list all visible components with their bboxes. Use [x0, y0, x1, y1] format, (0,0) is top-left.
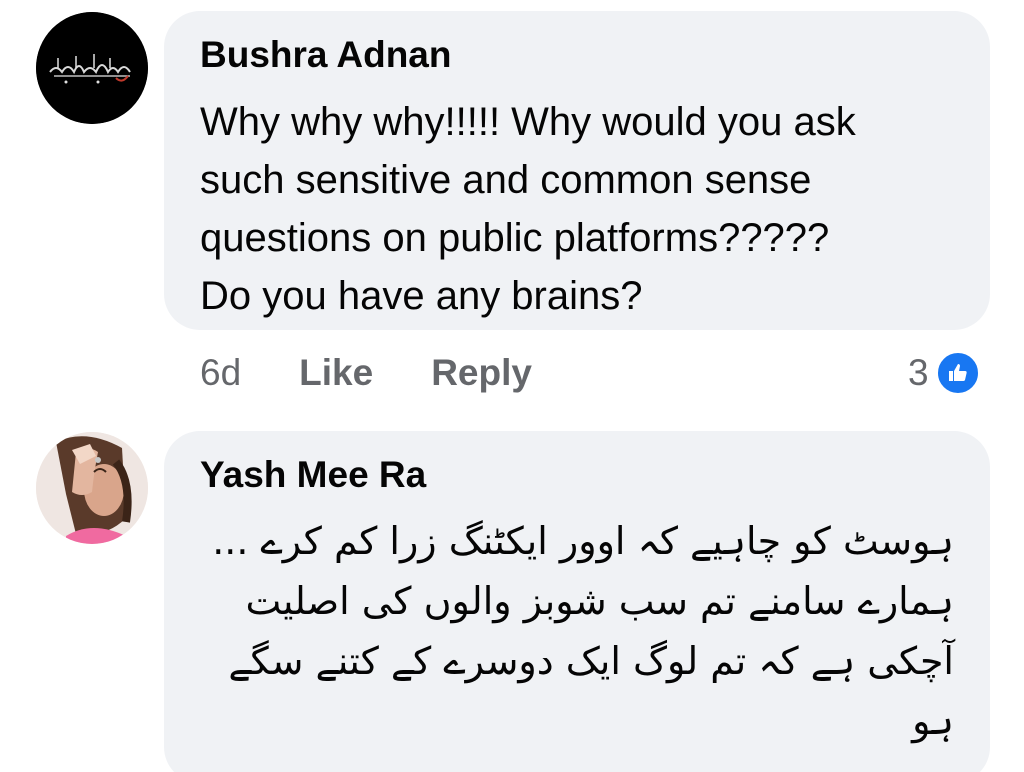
comment-text: Why why why!!!!! Why would you ask such … — [200, 93, 954, 325]
comment-line: ہوسٹ کو چاہیے کہ اوور ایکٹنگ زرا کم کرے … — [212, 519, 954, 563]
reply-button[interactable]: Reply — [431, 352, 532, 394]
comment-line: Why why why!!!!! Why would you ask — [200, 100, 856, 144]
comments-thread: Bushra Adnan Why why why!!!!! Why would … — [0, 0, 1024, 772]
avatar[interactable] — [36, 12, 148, 124]
person-photo-icon — [36, 432, 148, 544]
reaction-summary[interactable]: 3 — [908, 348, 981, 398]
timestamp[interactable]: 6d — [200, 352, 241, 394]
reaction-count: 3 — [908, 352, 929, 393]
comment-line: ہو — [912, 699, 954, 743]
author-name[interactable]: Bushra Adnan — [200, 35, 954, 75]
calligraphy-logo-icon — [36, 12, 148, 124]
comment-bushra: Bushra Adnan Why why why!!!!! Why would … — [0, 0, 1024, 420]
comment-line: questions on public platforms????? — [200, 216, 830, 260]
comment-line: such sensitive and common sense — [200, 158, 812, 202]
avatar[interactable] — [36, 432, 148, 544]
comment-bubble: Bushra Adnan Why why why!!!!! Why would … — [164, 11, 990, 330]
comment-line: آچکی ہے کہ تم لوگ ایک دوسرے کے کتنے سگے — [228, 639, 954, 683]
comment-text: ہوسٹ کو چاہیے کہ اوور ایکٹنگ زرا کم کرے … — [200, 511, 954, 751]
author-name[interactable]: Yash Mee Ra — [200, 455, 954, 495]
comment-yash: Yash Mee Ra ہوسٹ کو چاہیے کہ اوور ایکٹنگ… — [0, 420, 1024, 772]
comment-bubble: Yash Mee Ra ہوسٹ کو چاہیے کہ اوور ایکٹنگ… — [164, 431, 990, 772]
comment-actions: 6d Like Reply — [200, 348, 590, 398]
thumbs-up-icon — [934, 350, 981, 396]
comment-line: Do you have any brains? — [200, 274, 643, 318]
comment-line: ہمارے سامنے تم سب شوبز والوں کی اصلیت — [245, 579, 955, 623]
like-button[interactable]: Like — [299, 352, 373, 394]
